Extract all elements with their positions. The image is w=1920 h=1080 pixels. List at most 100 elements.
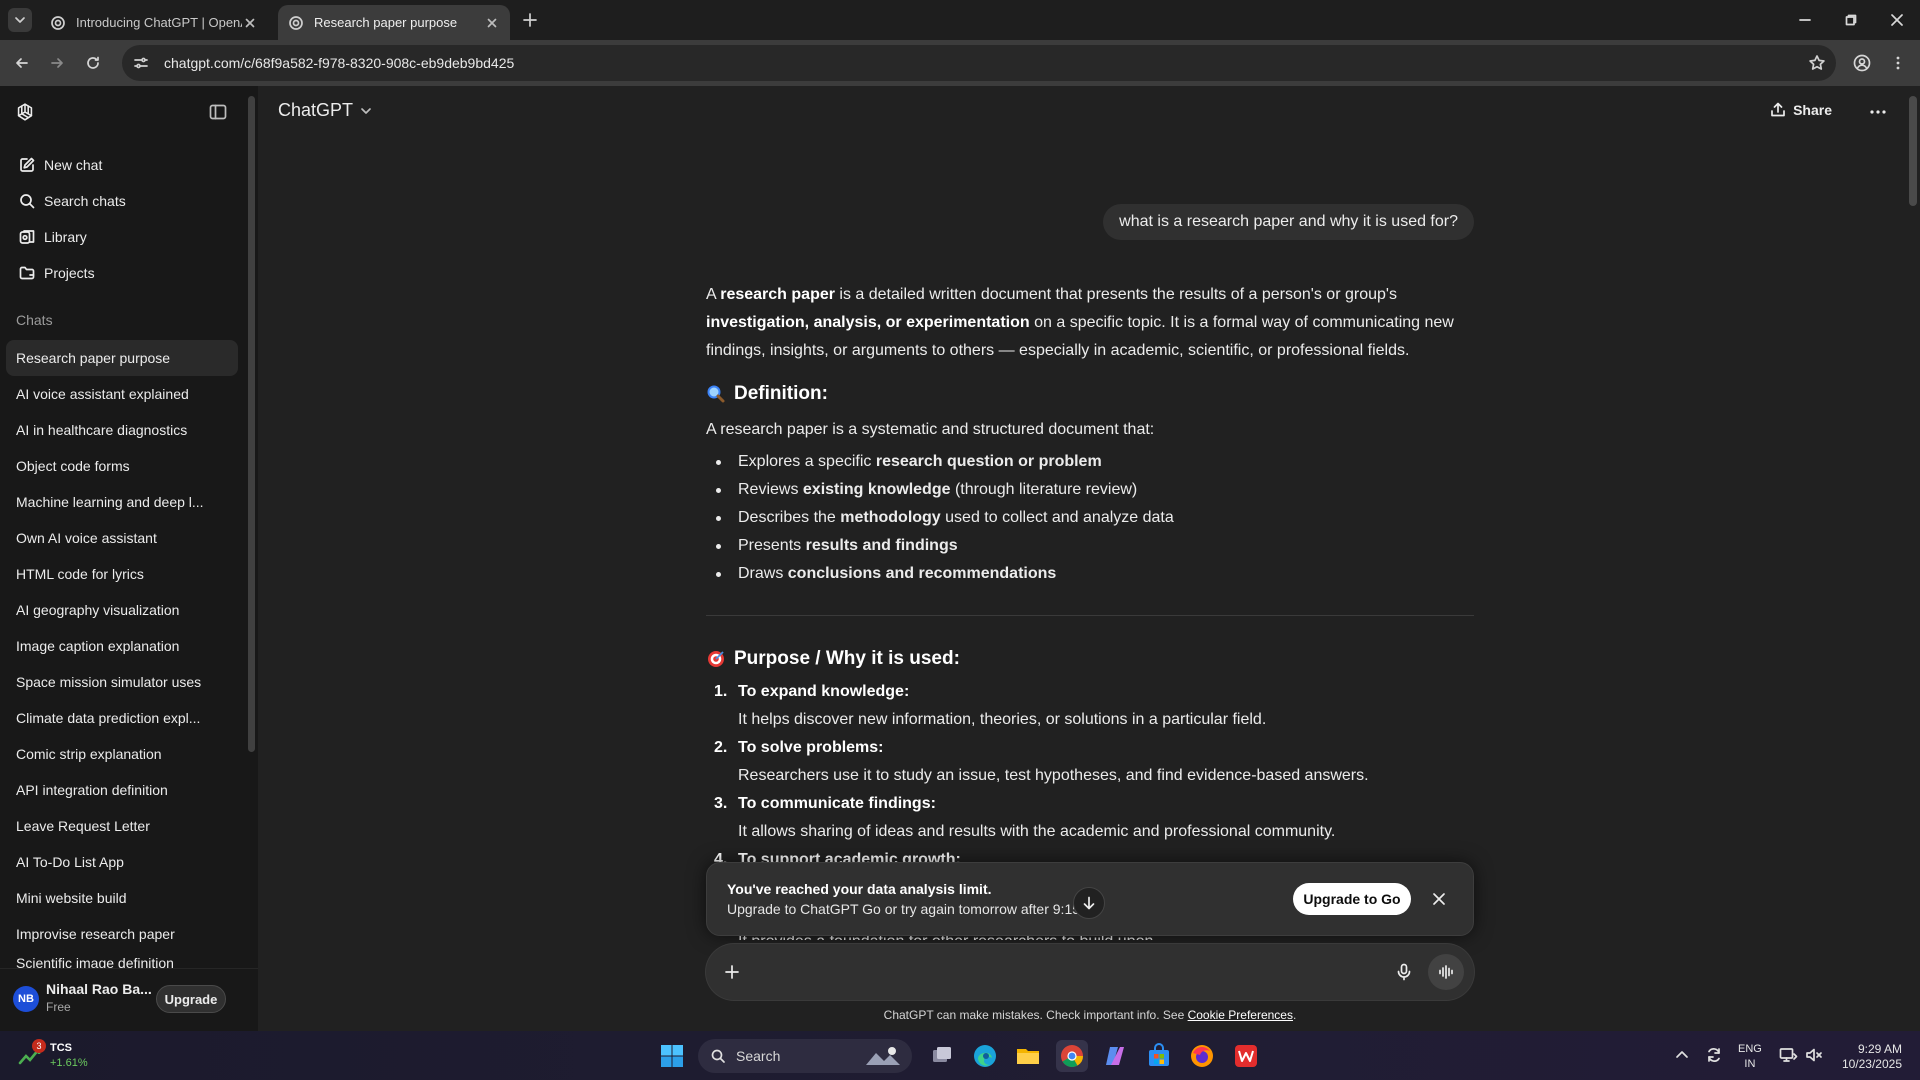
search-chats-button[interactable]: Search chats — [6, 184, 238, 218]
address-bar[interactable]: chatgpt.com/c/68f9a582-f978-8320-908c-eb… — [122, 45, 1836, 81]
close-window-button[interactable] — [1874, 0, 1920, 40]
windows-logo-icon — [661, 1045, 683, 1067]
upgrade-button[interactable]: Upgrade — [156, 985, 226, 1013]
tab-introducing-chatgpt[interactable]: Introducing ChatGPT | OpenAI — [40, 5, 268, 40]
new-chat-button[interactable]: New chat — [6, 148, 238, 182]
search-icon — [711, 1049, 725, 1063]
chats-section-label: Chats — [16, 312, 53, 328]
projects-button[interactable]: Projects — [6, 256, 238, 290]
stock-widget[interactable]: 3 TCS +1.61% — [18, 1039, 118, 1073]
edge-button[interactable] — [969, 1040, 1001, 1072]
chat-item[interactable]: AI in healthcare diagnostics — [6, 412, 238, 448]
close-tab-icon[interactable] — [242, 15, 258, 31]
model-selector[interactable]: ChatGPT — [278, 100, 373, 121]
stock-change: +1.61% — [50, 1057, 88, 1069]
start-button[interactable] — [656, 1040, 688, 1072]
list-item: Draws conclusions and recommendations — [715, 560, 1056, 588]
minimize-button[interactable] — [1782, 0, 1828, 40]
chat-item[interactable]: Improvise research paper — [6, 916, 238, 952]
file-explorer-button[interactable] — [1012, 1040, 1044, 1072]
copilot-button[interactable] — [1099, 1040, 1131, 1072]
taskbar-search[interactable]: Search — [698, 1039, 912, 1073]
sidebar: New chat Search chats Library Projects C… — [0, 86, 258, 1031]
task-view-button[interactable] — [926, 1040, 958, 1072]
list-item-title: To expand knowledge: — [738, 683, 910, 700]
chevron-down-icon — [361, 107, 371, 114]
network-icon[interactable] — [1778, 1045, 1798, 1065]
plus-icon[interactable] — [722, 962, 742, 982]
chat-item[interactable]: Climate data prediction expl... — [6, 700, 238, 736]
cookie-preferences-link[interactable]: Cookie Preferences — [1188, 1008, 1293, 1022]
assistant-intro-paragraph: A research paper is a detailed written d… — [706, 286, 1454, 359]
chat-item[interactable]: Leave Request Letter — [6, 808, 238, 844]
voice-mode-button[interactable] — [1428, 954, 1464, 990]
restore-icon — [1845, 14, 1857, 26]
chrome-browser-icon — [1061, 1045, 1083, 1067]
limit-subtitle: Upgrade to ChatGPT Go or try again tomor… — [727, 901, 1081, 917]
projects-label: Projects — [44, 265, 95, 281]
chat-item[interactable]: AI geography visualization — [6, 592, 238, 628]
profile-button[interactable] — [1850, 51, 1874, 75]
share-icon — [1771, 102, 1785, 117]
close-icon[interactable] — [1431, 891, 1447, 907]
main-scrollbar[interactable] — [1909, 96, 1917, 206]
chevron-up-icon[interactable] — [1672, 1045, 1692, 1065]
language-indicator[interactable]: ENG IN — [1738, 1042, 1762, 1072]
openai-favicon-icon — [51, 15, 65, 30]
reload-button[interactable] — [81, 51, 105, 75]
tab-research-paper-purpose[interactable]: Research paper purpose — [278, 5, 510, 40]
sidebar-scrollbar[interactable] — [248, 96, 255, 752]
message-composer[interactable] — [706, 944, 1474, 1000]
list-item: Presents results and findings — [716, 532, 958, 560]
firefox-button[interactable] — [1186, 1040, 1218, 1072]
reload-icon — [87, 56, 99, 69]
minimize-icon — [1799, 19, 1811, 21]
list-number: 1. — [714, 683, 728, 700]
store-button[interactable] — [1143, 1040, 1175, 1072]
list-item-title: To communicate findings: — [738, 795, 936, 812]
close-tab-icon[interactable] — [484, 15, 500, 31]
chat-item[interactable]: HTML code for lyrics — [6, 556, 238, 592]
chat-item[interactable]: API integration definition — [6, 772, 238, 808]
share-button[interactable]: Share — [1769, 101, 1832, 119]
chat-item[interactable]: Mini website build — [6, 880, 238, 916]
chatgpt-logo-icon[interactable] — [14, 101, 36, 123]
new-chat-label: New chat — [44, 157, 103, 173]
chat-item[interactable]: AI To-Do List App — [6, 844, 238, 880]
tab-title: Introducing ChatGPT | OpenAI — [76, 15, 242, 30]
wps-office-button[interactable] — [1230, 1040, 1262, 1072]
store-icon — [1149, 1043, 1169, 1066]
chat-item[interactable]: Space mission simulator uses — [6, 664, 238, 700]
microphone-icon[interactable] — [1394, 962, 1414, 982]
chrome-button[interactable] — [1056, 1040, 1088, 1072]
arrow-right-icon — [51, 58, 63, 68]
upgrade-to-go-button[interactable]: Upgrade to Go — [1293, 883, 1411, 915]
section-divider — [706, 615, 1474, 616]
system-clock[interactable]: 9:29 AM 10/23/2025 — [1836, 1042, 1902, 1072]
browser-menu-button[interactable] — [1886, 51, 1910, 75]
volume-muted-icon[interactable] — [1804, 1045, 1824, 1065]
restore-button[interactable] — [1828, 0, 1874, 40]
clock-time: 9:29 AM — [1857, 1042, 1902, 1056]
chat-item-research-paper-purpose[interactable]: Research paper purpose — [6, 340, 238, 376]
chat-item[interactable]: Machine learning and deep l... — [6, 484, 238, 520]
more-options-icon[interactable] — [1868, 102, 1888, 122]
tab-search-button[interactable] — [8, 8, 32, 32]
new-tab-icon[interactable] — [520, 10, 540, 30]
chat-item[interactable]: AI voice assistant explained — [6, 376, 238, 412]
chat-item[interactable]: Comic strip explanation — [6, 736, 238, 772]
chat-item[interactable]: Own AI voice assistant — [6, 520, 238, 556]
search-icon — [20, 194, 35, 209]
chat-item[interactable]: Object code forms — [6, 448, 238, 484]
sidebar-toggle-icon[interactable] — [208, 102, 228, 122]
back-button[interactable] — [10, 51, 34, 75]
sync-icon[interactable] — [1704, 1045, 1724, 1065]
user-account-panel[interactable]: NB Nihaal Rao Ba... Free Upgrade — [0, 968, 258, 1030]
site-info-icon[interactable] — [132, 54, 150, 72]
list-item-desc: It helps discover new information, theor… — [738, 711, 1267, 728]
library-button[interactable]: Library — [6, 220, 238, 254]
chat-item[interactable]: Image caption explanation — [6, 628, 238, 664]
bookmark-star-icon[interactable] — [1808, 54, 1826, 72]
scroll-to-bottom-button[interactable] — [1073, 887, 1105, 919]
forward-button[interactable] — [45, 51, 69, 75]
